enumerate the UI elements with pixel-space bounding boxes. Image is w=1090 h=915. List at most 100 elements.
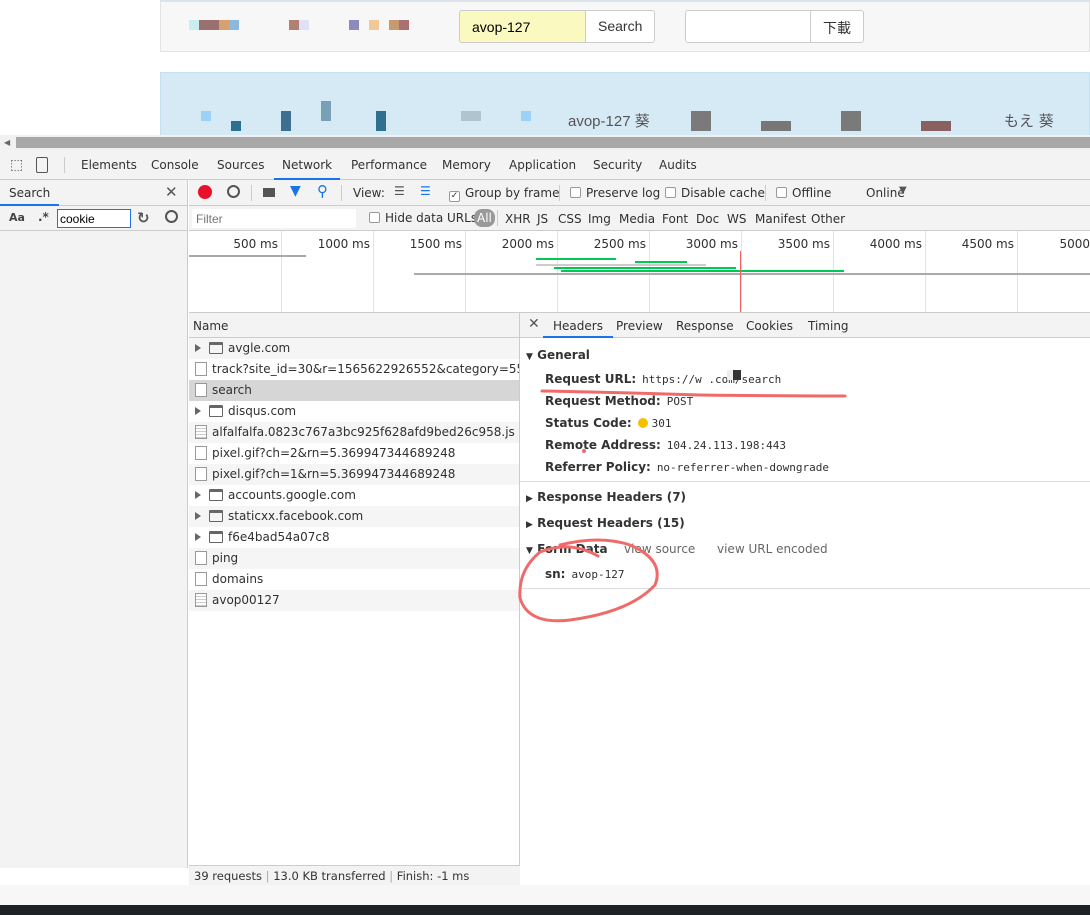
search-icon[interactable]: ⚲: [317, 182, 328, 200]
video-banner[interactable]: avop-127 葵 もえ 葵: [160, 72, 1090, 136]
request-row[interactable]: pixel.gif?ch=2&rn=5.369947344689248: [189, 443, 519, 464]
finish-time: Finish: -1 ms: [396, 869, 470, 883]
download-button[interactable]: 下載: [810, 10, 864, 43]
tab-sources[interactable]: Sources: [217, 158, 264, 172]
name-column-header[interactable]: Name: [189, 313, 519, 338]
device-toolbar-icon[interactable]: [36, 157, 48, 173]
request-row[interactable]: f6e4bad54a07c8: [189, 527, 519, 548]
expand-triangle-icon[interactable]: [195, 407, 201, 415]
filter-type-doc[interactable]: Doc: [696, 212, 719, 226]
view-label: View:: [353, 186, 385, 200]
request-row[interactable]: accounts.google.com: [189, 485, 519, 506]
tab-elements[interactable]: Elements: [81, 158, 137, 172]
request-row[interactable]: staticxx.facebook.com: [189, 506, 519, 527]
filter-type-font[interactable]: Font: [662, 212, 688, 226]
request-row[interactable]: alfalfalfa.0823c767a3bc925f628afd9bed26c…: [189, 422, 519, 443]
request-row[interactable]: pixel.gif?ch=1&rn=5.369947344689248: [189, 464, 519, 485]
filter-type-other[interactable]: Other: [811, 212, 845, 226]
filter-type-js[interactable]: JS: [537, 212, 548, 226]
filter-type-css[interactable]: CSS: [558, 212, 582, 226]
expand-triangle-icon[interactable]: [195, 344, 201, 352]
network-overview-timeline[interactable]: 500 ms 1000 ms 1500 ms 2000 ms 2500 ms 3000 m…: [189, 231, 1090, 313]
file-icon: [195, 383, 207, 397]
script-file-icon: [195, 593, 207, 607]
chevron-down-icon[interactable]: ▼: [899, 185, 907, 196]
status-code-row: Status Code: 301: [545, 416, 672, 430]
request-name: pixel.gif?ch=2&rn=5.369947344689248: [212, 446, 456, 460]
regex-button[interactable]: .*: [38, 210, 49, 224]
refresh-icon[interactable]: ↻: [137, 209, 150, 227]
filter-type-media[interactable]: Media: [619, 212, 655, 226]
response-headers-toggle[interactable]: ▶ Response Headers (7): [526, 490, 686, 504]
timeline-gridline: [373, 231, 374, 312]
download-input[interactable]: [685, 10, 811, 43]
filter-icon[interactable]: ▼: [290, 183, 301, 199]
screenshot-camera-icon[interactable]: [263, 188, 275, 197]
tab-response[interactable]: Response: [676, 319, 734, 333]
file-icon: [195, 446, 207, 460]
request-row[interactable]: track?site_id=30&r=1565622926552&categor…: [189, 359, 519, 380]
status-dot-icon: [637, 418, 648, 428]
tab-cookies[interactable]: Cookies: [746, 319, 793, 333]
filter-type-img[interactable]: Img: [588, 212, 611, 226]
filter-type-ws[interactable]: WS: [727, 212, 746, 226]
load-event-marker: [740, 251, 741, 312]
filter-input[interactable]: [192, 209, 356, 228]
search-drawer-title[interactable]: Search: [0, 180, 60, 206]
tab-application[interactable]: Application: [509, 158, 576, 172]
tab-audits[interactable]: Audits: [659, 158, 697, 172]
tab-headers[interactable]: Headers: [543, 313, 613, 338]
tab-network[interactable]: Network: [274, 158, 341, 180]
tab-performance[interactable]: Performance: [351, 158, 427, 172]
filter-type-manifest[interactable]: Manifest: [755, 212, 806, 226]
hide-data-urls-checkbox[interactable]: Hide data URLs: [369, 211, 477, 225]
offline-checkbox[interactable]: Offline: [776, 186, 831, 200]
request-row[interactable]: avgle.com: [189, 338, 519, 359]
banner-title: avop-127 葵: [568, 113, 650, 130]
request-row[interactable]: ping: [189, 548, 519, 569]
timeline-tick-label: 1500 ms: [409, 237, 462, 251]
inspect-element-icon[interactable]: ⬚: [10, 157, 23, 173]
site-search-button[interactable]: Search: [585, 10, 655, 43]
request-headers-toggle[interactable]: ▶ Request Headers (15): [526, 516, 685, 530]
request-row[interactable]: search: [189, 380, 519, 401]
tab-console[interactable]: Console: [151, 158, 199, 172]
filter-type-xhr[interactable]: XHR: [505, 212, 531, 226]
view-source-link[interactable]: view source: [624, 542, 695, 556]
request-row[interactable]: domains: [189, 569, 519, 590]
request-row[interactable]: avop00127: [189, 590, 519, 611]
group-by-frame-checkbox[interactable]: ✓ Group by frame: [449, 186, 559, 202]
tab-timing[interactable]: Timing: [808, 319, 849, 333]
clear-icon[interactable]: [165, 210, 178, 223]
request-row[interactable]: disqus.com: [189, 401, 519, 422]
large-rows-icon[interactable]: ☰: [394, 184, 405, 198]
tab-security[interactable]: Security: [593, 158, 642, 172]
request-url-row: Request URL: https://w .com/search: [545, 372, 782, 386]
site-search-input[interactable]: [459, 10, 586, 43]
close-icon[interactable]: ✕: [528, 316, 540, 332]
filter-type-all[interactable]: All: [474, 209, 495, 227]
file-icon: [195, 551, 207, 565]
close-icon[interactable]: ✕: [165, 183, 178, 201]
expand-triangle-icon[interactable]: [195, 512, 201, 520]
expand-triangle-icon[interactable]: [195, 533, 201, 541]
frame-icon: [209, 405, 223, 417]
page-horizontal-scrollbar[interactable]: ◀: [0, 135, 1090, 150]
clear-icon[interactable]: [227, 185, 240, 198]
disable-cache-checkbox[interactable]: Disable cache: [665, 186, 765, 200]
match-case-button[interactable]: Aa: [9, 211, 25, 224]
expand-triangle-icon[interactable]: [195, 491, 201, 499]
tab-memory[interactable]: Memory: [442, 158, 491, 172]
record-icon[interactable]: [198, 185, 212, 199]
preserve-log-checkbox[interactable]: Preserve log: [570, 186, 660, 200]
form-data-toggle[interactable]: ▼ Form Data: [526, 542, 608, 556]
view-url-encoded-link[interactable]: view URL encoded: [717, 542, 828, 556]
tab-preview[interactable]: Preview: [616, 319, 663, 333]
timeline-tick-label: 4000 ms: [869, 237, 922, 251]
taskbar: [0, 905, 1090, 915]
overview-icon[interactable]: ☰: [420, 184, 431, 198]
general-section-toggle[interactable]: ▼ General: [526, 348, 590, 362]
timeline-bar: [554, 267, 736, 269]
search-query-input[interactable]: [57, 209, 131, 228]
devtools-tab-bar: ⬚ Elements Console Sources Network Perfo…: [0, 150, 1090, 180]
